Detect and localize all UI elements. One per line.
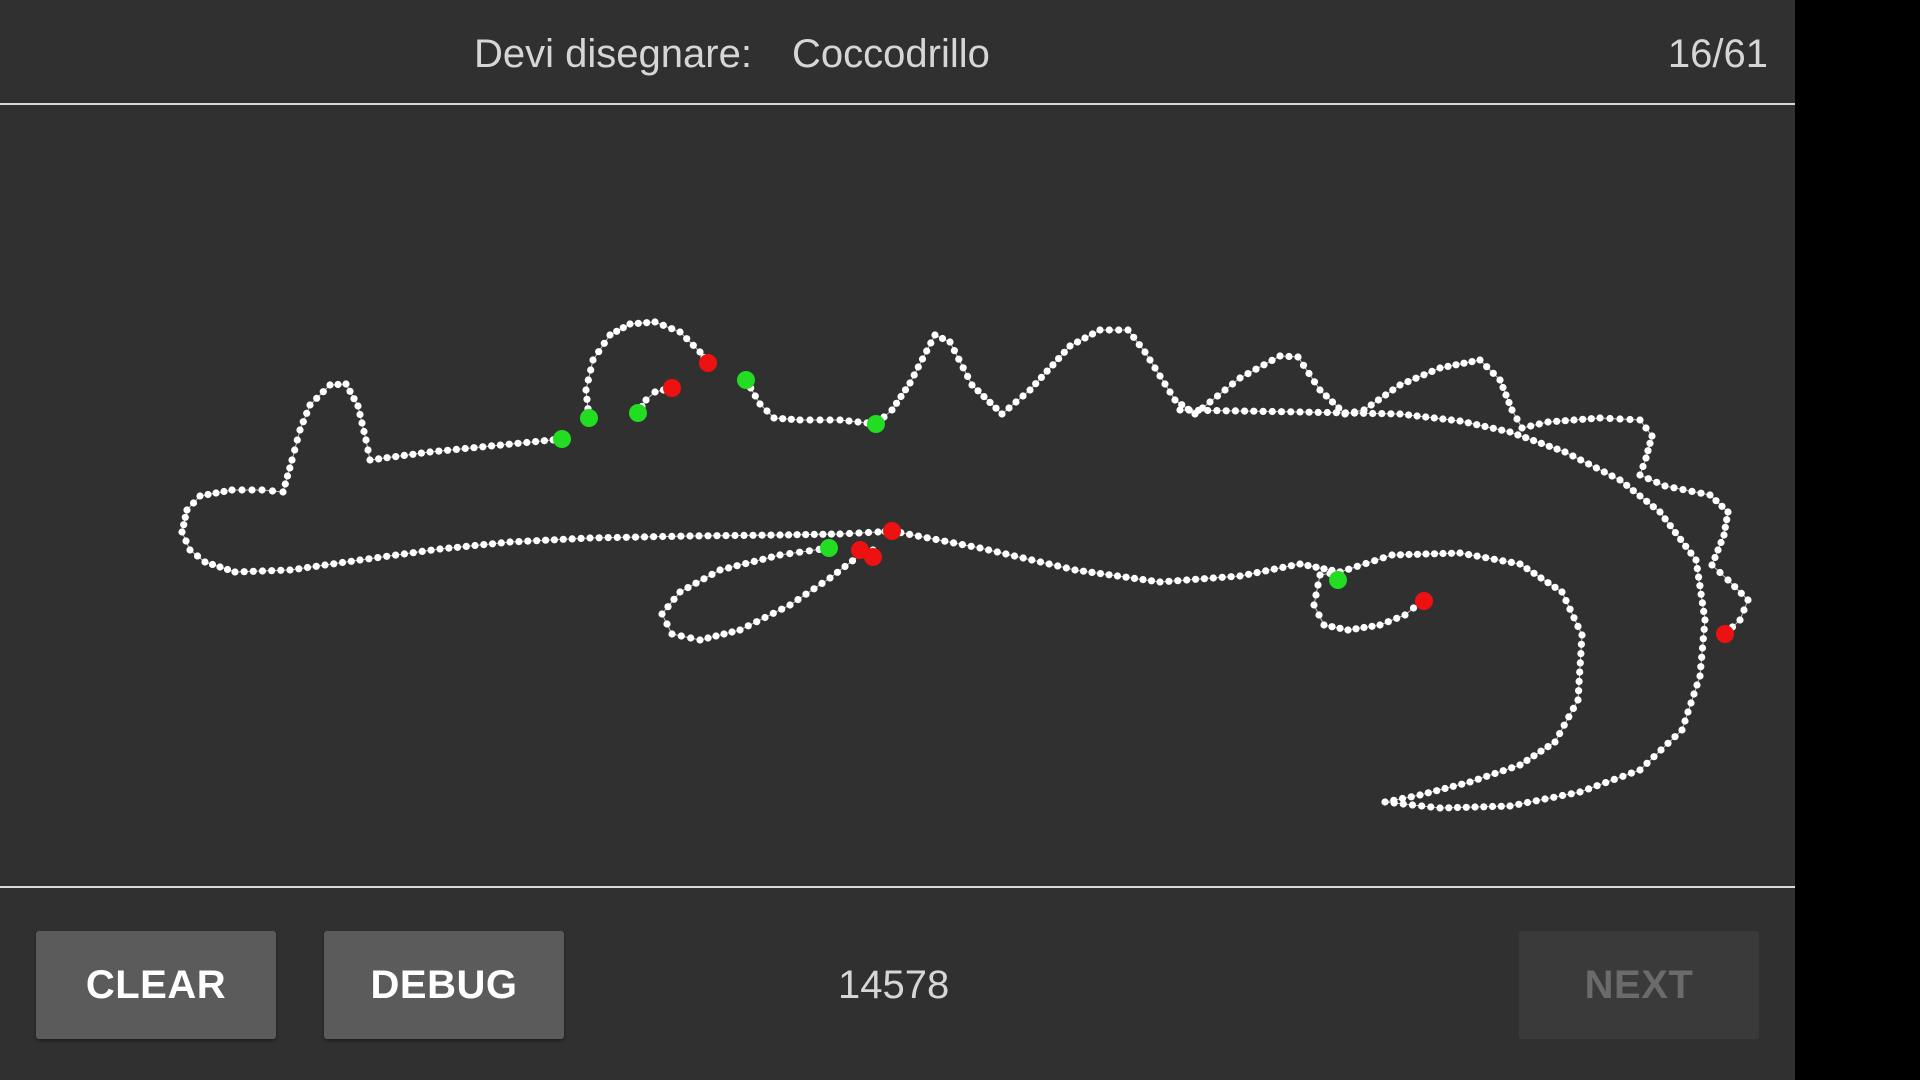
stroke-end-marker-7 — [699, 354, 717, 372]
next-button[interactable]: NEXT — [1519, 931, 1759, 1039]
sketch-stroke-dots-5 — [1310, 568, 1426, 634]
sketch-stroke-dots-7 — [658, 544, 877, 644]
footer-bar: CLEAR DEBUG 14578 NEXT — [0, 886, 1795, 1080]
stroke-start-marker-6 — [1329, 571, 1347, 589]
sketch-stroke-dots-0 — [178, 380, 896, 576]
drawing-canvas[interactable] — [0, 106, 1795, 886]
stroke-end-marker-8 — [663, 379, 681, 397]
sketch-stroke-6 — [1179, 409, 1706, 809]
stroke-end-marker-13 — [1716, 625, 1734, 643]
sketch-stroke-7 — [661, 547, 874, 641]
stroke-start-marker-2 — [629, 404, 647, 422]
sketch-stroke-dots-1 — [582, 318, 712, 422]
debug-button[interactable]: DEBUG — [324, 931, 564, 1039]
stroke-end-marker-11 — [864, 548, 882, 566]
drawing-app: Devi disegnare: Coccodrillo 16/61 CLEAR … — [0, 0, 1795, 1080]
stroke-start-marker-1 — [580, 409, 598, 427]
clear-button[interactable]: CLEAR — [36, 931, 276, 1039]
header-bar: Devi disegnare: Coccodrillo 16/61 — [0, 0, 1795, 105]
stroke-start-marker-4 — [867, 415, 885, 433]
sketch-stroke-dots-3 — [742, 326, 1752, 638]
stroke-start-marker-5 — [820, 539, 838, 557]
stroke-start-marker-0 — [553, 430, 571, 448]
stroke-end-marker-12 — [1415, 592, 1433, 610]
sketch-stroke-1 — [585, 321, 709, 419]
stroke-start-marker-3 — [737, 371, 755, 389]
sketch-stroke-dots-6 — [1176, 406, 1709, 812]
prompt-label: Devi disegnare: — [474, 32, 752, 76]
sketch-stroke-dots-4 — [888, 527, 1344, 586]
score-counter: 14578 — [838, 963, 950, 1007]
sketch-svg[interactable] — [0, 106, 1795, 886]
progress-counter: 16/61 — [1667, 32, 1768, 76]
prompt-word: Coccodrillo — [792, 32, 990, 76]
stroke-end-marker-9 — [883, 522, 901, 540]
